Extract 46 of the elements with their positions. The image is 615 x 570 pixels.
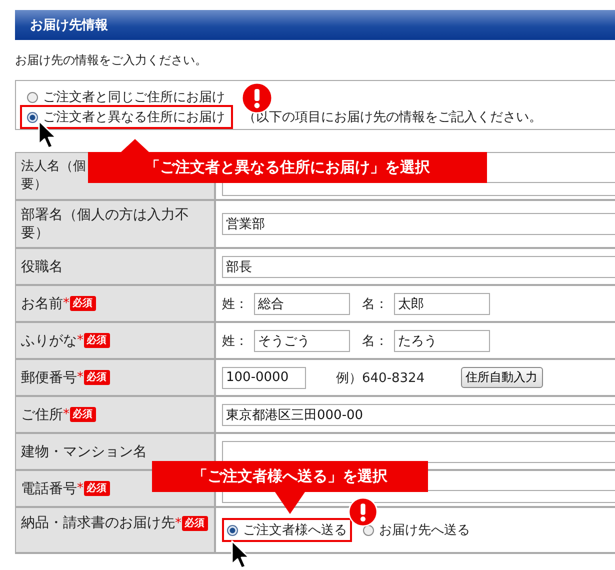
required-asterisk: *: [175, 516, 182, 530]
callout-pointer: [120, 139, 150, 153]
intro-text: お届け先の情報をご入力ください。: [15, 52, 208, 68]
field-label: 納品・請求書のお届け先: [21, 514, 175, 532]
field-label: お名前: [21, 294, 63, 312]
example-text: 例）640-8324: [336, 370, 425, 386]
required-badge: 必須: [70, 296, 96, 311]
field-label: 役職名: [21, 258, 63, 276]
input-field[interactable]: そうごう: [254, 330, 350, 352]
alert-icon: [348, 497, 378, 527]
input-field[interactable]: 営業部: [222, 213, 615, 235]
field-label: 電話番号: [21, 480, 77, 498]
delivery-radio[interactable]: ご注文者様へ送る: [222, 518, 352, 542]
required-badge: 必須: [84, 370, 110, 385]
field-prefix: 姓：: [222, 332, 248, 350]
input-field[interactable]: 100-0000: [222, 366, 306, 388]
input-field[interactable]: [222, 182, 615, 196]
input-field[interactable]: 総合: [254, 292, 350, 314]
field-prefix: 姓：: [222, 296, 248, 312]
required-asterisk: *: [77, 370, 84, 385]
field-prefix: 名：: [362, 332, 388, 350]
field-label: ふりがな: [21, 332, 77, 350]
input-field[interactable]: 部長: [222, 256, 615, 278]
field-label: 法人名（個: [21, 158, 86, 176]
required-badge: 必須: [84, 481, 110, 496]
field-label: 建物・マンション名: [21, 442, 147, 460]
required-badge: 必須: [70, 407, 96, 422]
required-badge: 必須: [84, 333, 110, 348]
field-label: 郵便番号: [21, 368, 77, 386]
required-asterisk: *: [77, 481, 84, 496]
input-field[interactable]: 東京都港区三田000-00: [222, 404, 615, 426]
required-badge: 必須: [182, 516, 208, 530]
required-asterisk: *: [77, 333, 84, 348]
field-prefix: 名：: [362, 296, 388, 312]
field-label: ご住所: [21, 406, 63, 424]
input-field[interactable]: [222, 440, 615, 462]
input-field[interactable]: たろう: [394, 330, 490, 352]
callout-pointer: [275, 492, 305, 514]
section-title: お届け先情報: [30, 17, 108, 34]
auto-fill-button[interactable]: 住所自動入力: [460, 367, 543, 388]
destination-radio[interactable]: ご注文者と異なる住所にお届け: [20, 105, 233, 129]
input-field[interactable]: 太郎: [394, 292, 490, 314]
required-asterisk: *: [63, 407, 70, 422]
required-asterisk: *: [63, 296, 70, 311]
field-label: 要）: [21, 176, 48, 194]
field-label: 部署名（個人の方は入力不要）: [21, 206, 190, 242]
